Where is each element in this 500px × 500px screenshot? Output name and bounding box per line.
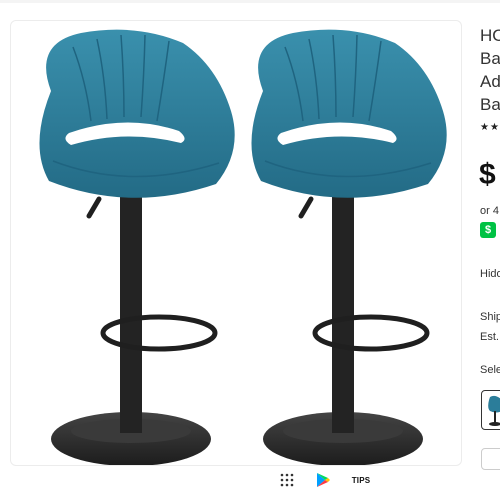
cashapp-icon: $ (480, 222, 496, 238)
bottom-toolbar: TIPS (265, 466, 395, 494)
select-label: Sele (480, 364, 500, 376)
estimate-text: Est. (480, 331, 499, 343)
shipping-text: Ship (480, 311, 500, 323)
grid-menu-icon[interactable] (277, 470, 297, 490)
tips-button[interactable]: TIPS (345, 470, 377, 490)
rating-stars[interactable]: ★★ (480, 122, 500, 133)
bar-stool-left (39, 29, 235, 465)
product-image-bar-stools[interactable] (11, 21, 462, 466)
hidden-text: Hido (480, 268, 500, 280)
google-play-icon[interactable] (313, 470, 333, 490)
price: $ (479, 158, 496, 191)
tips-label: TIPS (351, 475, 371, 485)
option-box[interactable] (481, 448, 500, 470)
installments-text: or 4 (480, 205, 499, 217)
variant-thumbnail[interactable] (481, 390, 500, 430)
product-title-line-2: Ba (480, 49, 500, 68)
product-title-line-1: HO (480, 26, 500, 45)
top-strip (0, 0, 500, 3)
variant-thumbnail-image (488, 395, 500, 426)
product-title-line-3: Ad (480, 72, 500, 91)
product-image-gallery[interactable] (10, 20, 462, 466)
product-info-panel: HO Ba Ad Bas ★★ $ or 4 $ Hido Ship Est. … (474, 0, 500, 500)
product-title-line-4: Bas (480, 95, 500, 114)
